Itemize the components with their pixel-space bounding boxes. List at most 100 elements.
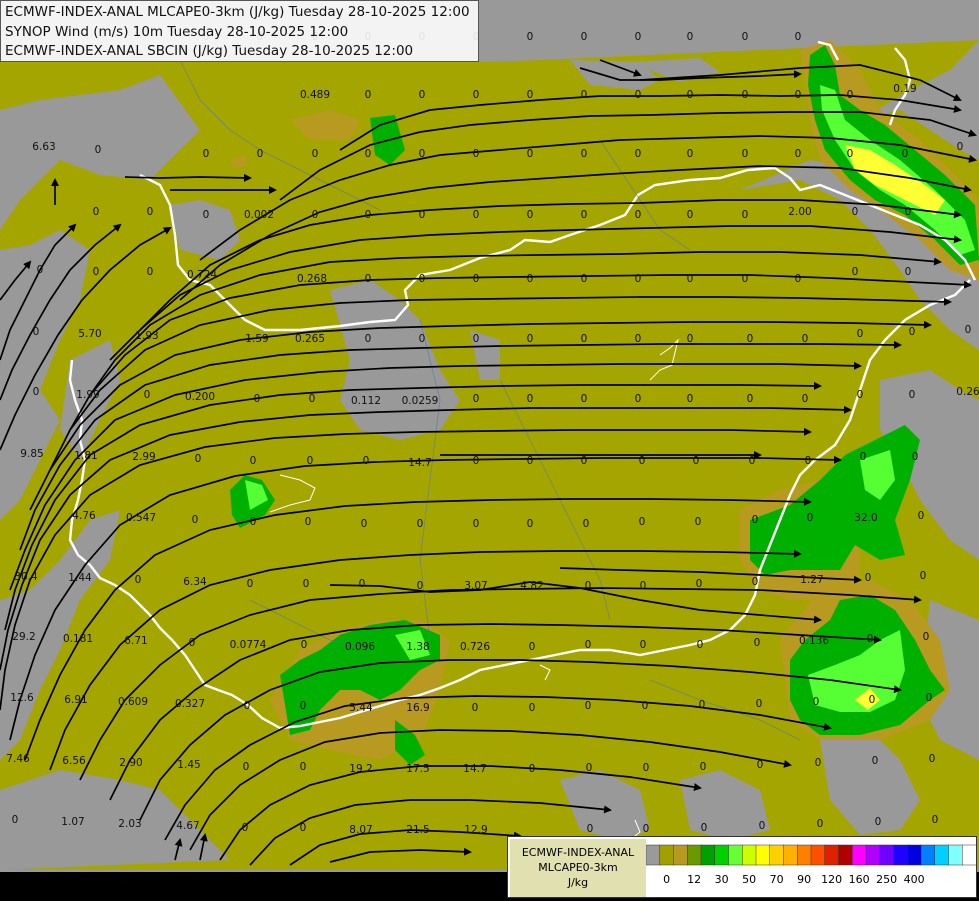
cin-value-label: 0 xyxy=(527,455,534,467)
legend-swatch xyxy=(673,844,688,866)
cin-value-label: 0 xyxy=(957,141,964,153)
legend-tick-label: 30 xyxy=(715,873,729,886)
cin-value-label: 0 xyxy=(243,761,250,773)
cin-value-label: 0 xyxy=(965,324,972,336)
cin-value-label: 0 xyxy=(697,639,704,651)
color-legend: ECMWF-INDEX-ANAL MLCAPE0-3km J/kg 0 12 30 5… xyxy=(507,836,977,898)
cin-value-label: 0.724 xyxy=(187,269,217,281)
cin-value-label: 0 xyxy=(417,518,424,530)
cin-value-label: 0 xyxy=(312,148,319,160)
cin-value-label: 0 xyxy=(701,822,708,834)
cin-value-label: 0 xyxy=(752,576,759,588)
cin-value-label: 0 xyxy=(527,393,534,405)
cin-value-label: 1.38 xyxy=(406,641,429,653)
cin-value-label: 0 xyxy=(749,455,756,467)
cin-value-label: 0 xyxy=(419,209,426,221)
cin-value-label: 0 xyxy=(815,757,822,769)
cin-value-label: 0 xyxy=(847,148,854,160)
cin-value-label: 6.34 xyxy=(183,576,207,588)
cin-value-label: 0 xyxy=(527,209,534,221)
cin-value-label: 0 xyxy=(244,700,251,712)
cin-value-label: 5.70 xyxy=(78,328,101,340)
cin-value-label: 0 xyxy=(587,823,594,835)
cin-value-label: 0 xyxy=(529,702,536,714)
cin-value-label: 0 xyxy=(802,333,809,345)
cin-value-label: 0 xyxy=(527,89,534,101)
cin-value-label: 0 xyxy=(203,209,210,221)
cin-value-label: 0 xyxy=(860,451,867,463)
cin-value-label: 0.136 xyxy=(799,635,829,647)
cin-value-label: 0 xyxy=(300,700,307,712)
cin-value-label: 0.268 xyxy=(297,273,327,285)
cin-value-label: 0 xyxy=(635,89,642,101)
cin-value-label: 0 xyxy=(300,761,307,773)
cin-value-label: 0 xyxy=(473,393,480,405)
legend-color-bar: 0 12 30 50 70 90 120 160 250 400 xyxy=(645,839,977,897)
title-line-cape: ECMWF-INDEX-ANAL MLCAPE0-3km (J/kg) Tues… xyxy=(5,4,470,20)
cin-value-label: 0 xyxy=(257,148,264,160)
cin-value-label: 12.6 xyxy=(10,692,34,704)
cin-value-label: 0 xyxy=(635,209,642,221)
legend-swatch xyxy=(824,844,840,866)
cin-value-label: 0 xyxy=(817,818,824,830)
cin-value-label: 6.91 xyxy=(64,694,87,706)
cin-value-label: 0 xyxy=(365,89,372,101)
legend-tick-label: 0 xyxy=(663,873,670,886)
cin-value-label: 0 xyxy=(635,333,642,345)
cin-value-label: 0 xyxy=(687,333,694,345)
cin-value-label: 2.90 xyxy=(119,757,142,769)
cin-value-label: 0 xyxy=(419,333,426,345)
legend-swatch xyxy=(783,844,798,866)
legend-tick-label: 50 xyxy=(742,873,756,886)
cin-value-label: 17.5 xyxy=(406,763,429,775)
cin-value-label: 0 xyxy=(473,89,480,101)
cin-value-label: 21.5 xyxy=(406,824,429,836)
cin-value-label: 0 xyxy=(813,696,820,708)
cin-value-label: 0 xyxy=(756,698,763,710)
cin-value-label: 0 xyxy=(909,326,916,338)
cin-value-label: 16.9 xyxy=(406,702,429,714)
legend-tick-label: 70 xyxy=(770,873,784,886)
cin-value-label: 0 xyxy=(929,753,936,765)
cin-value-label: 0 xyxy=(581,148,588,160)
cin-value-label: 0 xyxy=(742,31,749,43)
cin-value-label: 0 xyxy=(687,148,694,160)
legend-swatch xyxy=(742,844,757,866)
cin-value-label: 0 xyxy=(687,393,694,405)
cin-value-label: 0 xyxy=(795,273,802,285)
legend-title: ECMWF-INDEX-ANAL MLCAPE0-3km J/kg xyxy=(510,839,646,897)
weather-map[interactable]: 0 0 0 0 0 0 0 0 0 0 0 0 0.489 0 0 0 0 0 0 0 0 0 0 0.19 6.63 0 0 0 0 0… xyxy=(0,0,979,900)
legend-swatch xyxy=(907,844,922,866)
cin-value-label: 0 xyxy=(923,631,930,643)
cin-value-label: 0 xyxy=(635,393,642,405)
cin-value-label: 0 xyxy=(905,206,912,218)
cin-value-label: 0 xyxy=(754,637,761,649)
legend-swatch xyxy=(962,844,977,866)
map-title-box: ECMWF-INDEX-ANAL MLCAPE0-3km (J/kg) Tues… xyxy=(0,0,479,62)
cin-value-label: 0 xyxy=(95,144,102,156)
cin-value-label: 0.096 xyxy=(345,641,375,653)
legend-swatch xyxy=(797,844,812,866)
cin-value-label: 0 xyxy=(857,389,864,401)
cin-value-label: 0 xyxy=(902,148,909,160)
cin-value-label: 0 xyxy=(147,266,154,278)
cin-value-label: 0 xyxy=(473,455,480,467)
cin-value-label: 0.002 xyxy=(244,209,274,221)
cin-value-label: 0 xyxy=(365,148,372,160)
cin-value-label: 0 xyxy=(852,206,859,218)
cin-value-label: 6.56 xyxy=(62,755,86,767)
cin-value-label: 0 xyxy=(700,761,707,773)
cin-value-label: 0 xyxy=(586,762,593,774)
cin-value-label: 0 xyxy=(33,326,40,338)
cin-value-label: 0 xyxy=(759,820,766,832)
cin-value-label: 0 xyxy=(527,31,534,43)
legend-swatch xyxy=(879,844,895,866)
cin-value-label: 29.2 xyxy=(12,631,35,643)
cin-value-label: 0 xyxy=(807,512,814,524)
cin-value-label: 0 xyxy=(909,389,916,401)
cin-value-label: 0 xyxy=(795,148,802,160)
cin-value-label: 0 xyxy=(857,328,864,340)
cin-value-label: 0 xyxy=(687,31,694,43)
legend-swatch xyxy=(728,844,743,866)
cin-value-label: 0 xyxy=(742,89,749,101)
